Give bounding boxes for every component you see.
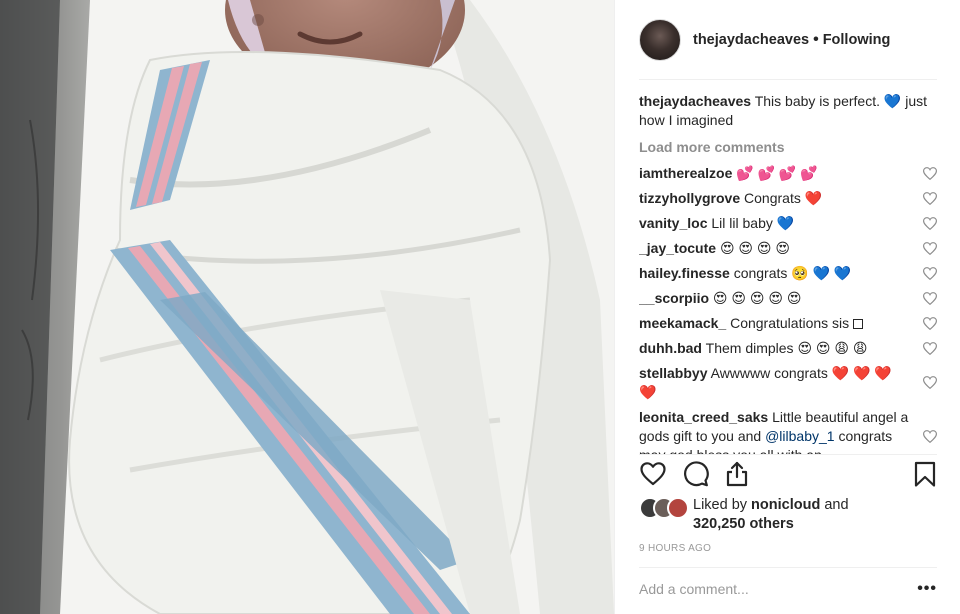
comment-username[interactable]: meekamack_ <box>639 315 726 331</box>
post-actions-bar <box>639 460 937 492</box>
comment-username[interactable]: iamtherealzoe <box>639 165 732 181</box>
post-header: thejaydacheaves • Following <box>639 18 937 80</box>
comment-like-heart-icon[interactable] <box>923 342 937 355</box>
comment-username[interactable]: tizzyhollygrove <box>639 190 740 206</box>
comment-username[interactable]: leonita_creed_saks <box>639 409 768 425</box>
comment-item: __scorpiio 😍 😍 😍 😍 😍 <box>639 289 937 308</box>
instagram-post: thejaydacheaves • Following thejaydachea… <box>0 0 960 614</box>
likes-summary: Liked by nonicloud and 320,250 others <box>639 496 937 534</box>
comment-item: vanity_loc Lil lil baby 💙 <box>639 214 937 233</box>
comment-item: stellabbyy Awwwww congrats ❤️ ❤️ ❤️ ❤️ <box>639 364 937 402</box>
comment-text: Lil lil baby 💙 <box>711 215 795 231</box>
comment-item: meekamack_ Congratulations sis <box>639 314 937 333</box>
likes-suffix: and <box>824 497 849 513</box>
comments-list[interactable]: thejaydacheaves This baby is perfect. 💙 … <box>639 92 937 454</box>
comment-like-heart-icon[interactable] <box>923 292 937 305</box>
post-side-panel: thejaydacheaves • Following thejaydachea… <box>614 0 960 614</box>
heart-icon[interactable] <box>639 460 667 488</box>
speech-bubble-icon[interactable] <box>681 460 709 488</box>
comment-item: tizzyhollygrove Congrats ❤️ <box>639 189 937 208</box>
liker-avatars[interactable] <box>639 497 693 519</box>
more-options-button[interactable]: ••• <box>917 580 937 598</box>
author-username[interactable]: thejaydacheaves <box>693 32 809 48</box>
comment-mention-link[interactable]: @lilbaby_1 <box>765 428 834 444</box>
divider <box>639 567 937 568</box>
comment-text: Congratulations sis <box>730 315 850 331</box>
comment-item: _jay_tocute 😍 😍 😍 😍 <box>639 239 937 258</box>
liker-username[interactable]: nonicloud <box>751 497 820 513</box>
post-caption: thejaydacheaves This baby is perfect. 💙 … <box>639 92 937 130</box>
load-more-comments-button[interactable]: Load more comments <box>639 138 937 157</box>
comment-like-heart-icon[interactable] <box>923 376 937 389</box>
comment-like-heart-icon[interactable] <box>923 267 937 280</box>
comment-username[interactable]: duhh.bad <box>639 340 702 356</box>
author-avatar[interactable] <box>639 18 681 61</box>
bookmark-icon[interactable] <box>911 460 939 488</box>
likes-prefix: Liked by <box>693 497 748 513</box>
comment-like-heart-icon[interactable] <box>923 192 937 205</box>
comment-text: 😍 😍 😍 😍 😍 <box>712 290 802 306</box>
comment-item: leonita_creed_saks Little beautiful ange… <box>639 408 937 454</box>
comment-username[interactable]: vanity_loc <box>639 215 707 231</box>
likes-count-button[interactable]: 320,250 others <box>693 516 794 532</box>
follow-button[interactable]: Following <box>823 32 891 48</box>
comment-item: hailey.finesse congrats 🥺 💙 💙 <box>639 264 937 283</box>
caption-username[interactable]: thejaydacheaves <box>639 93 751 109</box>
divider <box>639 454 937 455</box>
comment-text: 😍 😍 😍 😍 <box>719 240 790 256</box>
comment-like-heart-icon[interactable] <box>923 167 937 180</box>
post-timestamp[interactable]: 9 HOURS AGO <box>639 543 711 554</box>
comment-item: duhh.bad Them dimples 😍 😍 😩 😩 <box>639 339 937 358</box>
likes-text: Liked by nonicloud and 320,250 others <box>693 496 849 534</box>
comment-like-heart-icon[interactable] <box>923 430 937 443</box>
separator-dot: • <box>813 30 819 48</box>
comment-username[interactable]: hailey.finesse <box>639 265 730 281</box>
comment-text: Them dimples 😍 😍 😩 😩 <box>705 340 868 356</box>
add-comment-input[interactable] <box>639 581 899 597</box>
comment-item: iamtherealzoe 💕 💕 💕 💕 <box>639 164 937 183</box>
missing-glyph-box <box>853 319 864 329</box>
comment-like-heart-icon[interactable] <box>923 317 937 330</box>
liker-avatar <box>667 497 689 519</box>
share-icon[interactable] <box>723 460 751 488</box>
comment-username[interactable]: _jay_tocute <box>639 240 716 256</box>
comment-like-heart-icon[interactable] <box>923 217 937 230</box>
comment-like-heart-icon[interactable] <box>923 242 937 255</box>
comment-text: 💕 💕 💕 💕 <box>736 165 818 181</box>
comment-text: Congrats ❤️ <box>744 190 823 206</box>
comment-username[interactable]: __scorpiio <box>639 290 709 306</box>
add-comment-bar: ••• <box>639 580 937 598</box>
post-photo[interactable] <box>0 0 614 614</box>
comment-text: congrats 🥺 💙 💙 <box>733 265 852 281</box>
swaddled-baby-photo <box>0 0 614 614</box>
comment-username[interactable]: stellabbyy <box>639 365 707 381</box>
